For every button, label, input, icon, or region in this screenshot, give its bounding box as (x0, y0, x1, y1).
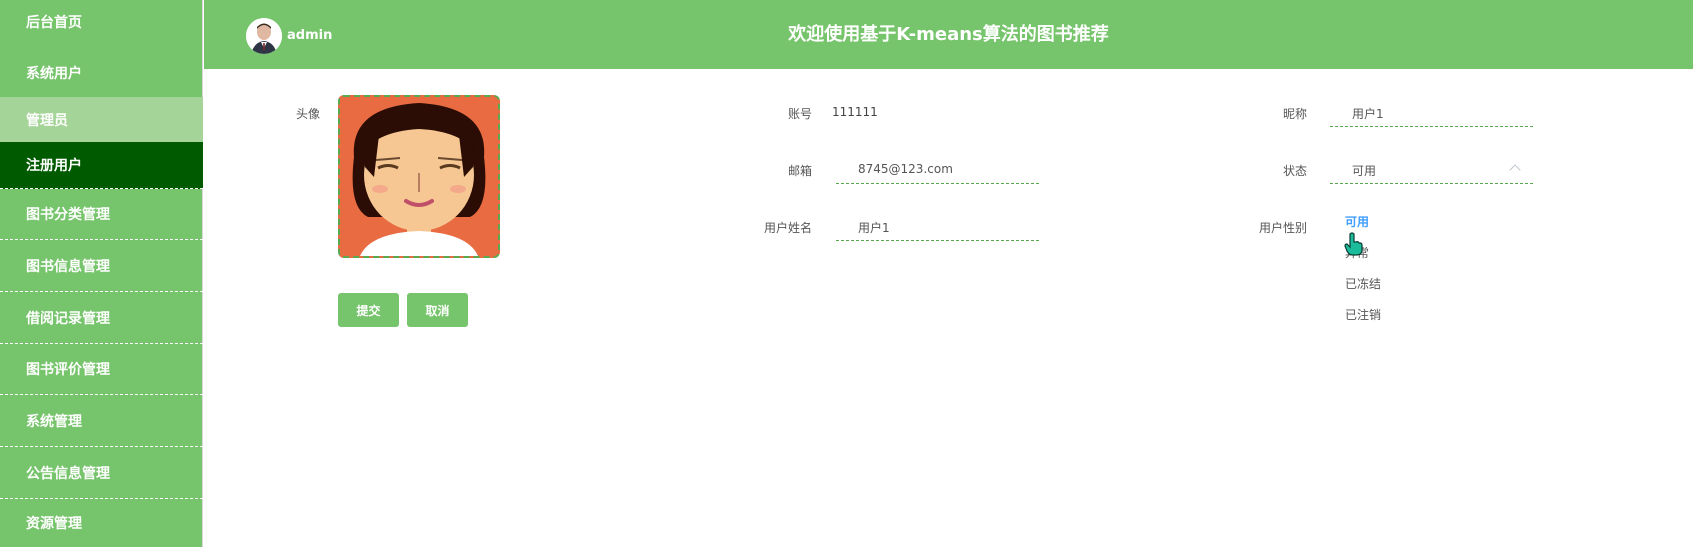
sidebar-item-admin[interactable]: 管理员 (0, 97, 203, 142)
nickname-input-value: 用户1 (1352, 107, 1384, 121)
sidebar-item-borrow-records[interactable]: 借阅记录管理 (0, 292, 203, 344)
name-input[interactable]: 用户1 (836, 211, 1039, 241)
sidebar-item-label: 公告信息管理 (26, 465, 110, 482)
sidebar-item-label: 图书分类管理 (26, 207, 110, 223)
sidebar-item-label: 后台首页 (26, 15, 82, 31)
sidebar-item-registered-users[interactable]: 注册用户 (0, 142, 203, 189)
name-input-value: 用户1 (858, 221, 890, 235)
email-input[interactable]: 8745@123.com (836, 154, 1039, 184)
sidebar-item-system-users[interactable]: 系统用户 (0, 51, 203, 95)
name-label: 用户姓名 (763, 221, 812, 235)
sidebar-item-system-management[interactable]: 系统管理 (0, 395, 203, 447)
sidebar-item-label: 管理员 (26, 112, 68, 129)
sidebar-item-home[interactable]: 后台首页 (0, 0, 203, 44)
hand-pointer-icon (1344, 232, 1363, 256)
cancel-button[interactable]: 取消 (407, 293, 468, 327)
chevron-up-icon (1509, 164, 1521, 176)
email-label: 邮箱 (787, 164, 812, 178)
page-title: 欢迎使用基于K-means算法的图书推荐 (788, 24, 1109, 45)
nickname-input[interactable]: 用户1 (1330, 97, 1533, 127)
status-select[interactable]: 可用 (1330, 154, 1533, 184)
email-input-value: 8745@123.com (858, 162, 953, 176)
status-select-value: 可用 (1352, 164, 1377, 178)
sidebar-item-resources[interactable]: 资源管理 (0, 499, 203, 547)
status-label: 状态 (1282, 164, 1307, 178)
sidebar-item-book-info[interactable]: 图书信息管理 (0, 240, 203, 292)
sidebar-item-label: 图书信息管理 (26, 258, 110, 275)
cartoon-avatar-icon (340, 97, 498, 256)
sidebar-item-label: 图书评价管理 (26, 362, 110, 378)
avatar-upload[interactable] (338, 95, 500, 258)
sidebar-item-book-reviews[interactable]: 图书评价管理 (0, 344, 203, 395)
gender-label: 用户性别 (1258, 221, 1307, 235)
sidebar-item-label: 系统管理 (26, 413, 82, 430)
top-header: admin 欢迎使用基于K-means算法的图书推荐 (204, 0, 1693, 69)
sidebar: 后台首页 系统用户 管理员 注册用户 图书分类管理 图书信息管理 借阅记录管理 … (0, 0, 203, 547)
submit-button[interactable]: 提交 (338, 293, 399, 327)
sidebar-item-book-category[interactable]: 图书分类管理 (0, 189, 203, 240)
sidebar-item-label: 资源管理 (26, 516, 82, 532)
dropdown-option-available[interactable]: 可用 (1345, 213, 1369, 230)
nickname-label: 昵称 (1282, 107, 1307, 121)
account-label: 账号 (787, 107, 812, 121)
avatar-label: 头像 (295, 107, 320, 121)
sidebar-item-announcements[interactable]: 公告信息管理 (0, 447, 203, 499)
dropdown-option-frozen[interactable]: 已冻结 (1345, 275, 1381, 292)
sidebar-item-label: 注册用户 (26, 158, 82, 174)
account-value: 111111 (832, 105, 878, 119)
sidebar-item-label: 借阅记录管理 (26, 310, 110, 327)
sidebar-item-label: 系统用户 (26, 66, 82, 82)
dropdown-option-cancelled[interactable]: 已注销 (1345, 306, 1381, 323)
